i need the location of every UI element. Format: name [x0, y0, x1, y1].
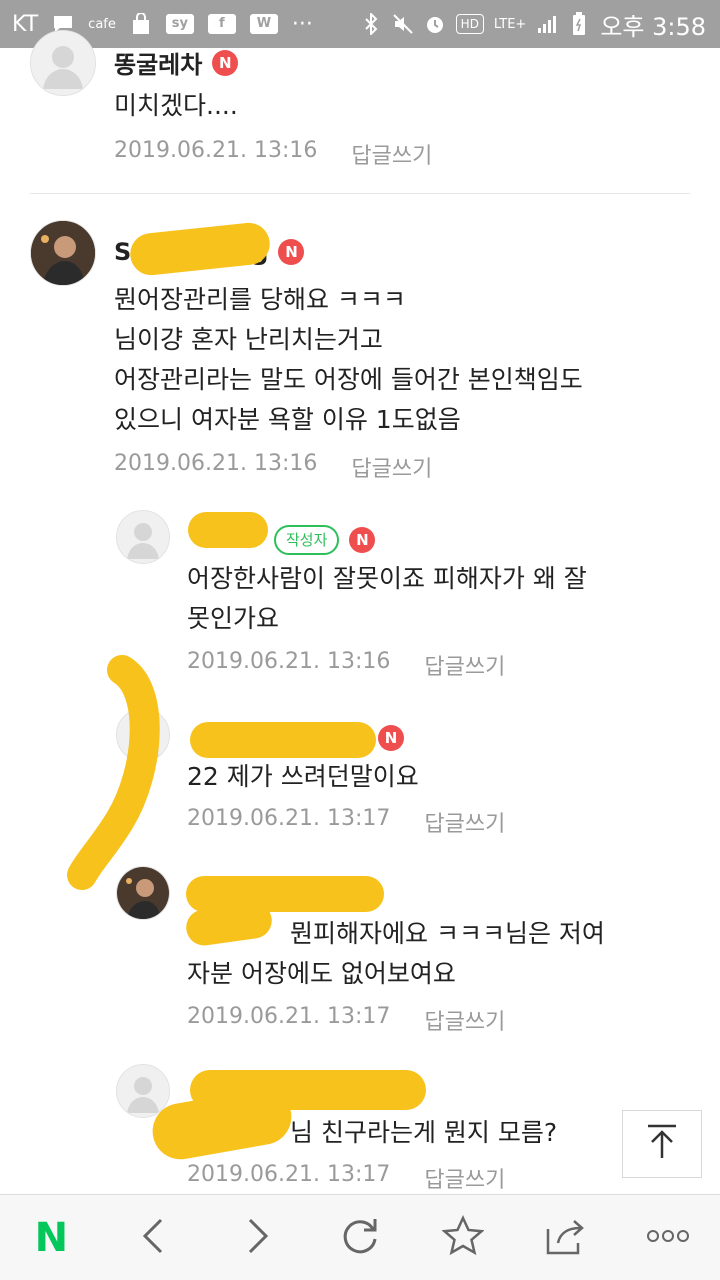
- reply-link[interactable]: 답글쓰기: [424, 649, 505, 681]
- refresh-button[interactable]: [325, 1203, 395, 1273]
- redaction-scribble: [148, 1084, 296, 1164]
- more-button[interactable]: [633, 1203, 703, 1273]
- reply-link[interactable]: 답글쓰기: [351, 451, 432, 483]
- reply-link[interactable]: 답글쓰기: [351, 138, 432, 170]
- mute-icon: [392, 12, 414, 36]
- back-icon: [139, 1216, 169, 1260]
- more-icon: [646, 1228, 690, 1247]
- cafe-icon: cafe: [88, 16, 116, 32]
- sy-app-icon: sy: [165, 14, 194, 34]
- comment-date: 2019.06.21. 13:16: [114, 451, 318, 476]
- forward-icon: [242, 1216, 272, 1260]
- nickname[interactable]: S: [114, 238, 131, 266]
- redaction-scribble: [190, 722, 376, 758]
- avatar[interactable]: [116, 510, 170, 564]
- hd-icon: HD: [455, 14, 484, 34]
- comment-text: 님 친구라는게 뭔지 모름?: [290, 1118, 558, 1147]
- n-badge: N: [378, 725, 404, 751]
- n-badge: N: [212, 49, 239, 76]
- status-bar: KT cafe sy f W ··· HD LTE+ 오후 3:58: [0, 0, 720, 48]
- bluetooth-icon: [360, 12, 382, 36]
- clock: 오후 3:58: [600, 12, 706, 41]
- refresh-icon: [339, 1215, 381, 1261]
- scroll-top-button[interactable]: [622, 1110, 702, 1178]
- battery-icon: [568, 12, 590, 36]
- avatar[interactable]: [30, 30, 96, 96]
- bag-icon: [130, 12, 152, 36]
- redaction-scribble: [188, 512, 268, 548]
- naver-home-button[interactable]: N: [16, 1203, 86, 1273]
- scroll-top-icon: [642, 1122, 682, 1166]
- writer-tag: 작성자: [274, 525, 340, 555]
- comment-text: 뭔어장관리를 당해요 ㅋㅋㅋ 님이걍 혼자 난리치는거고 어장관리라는 말도 어…: [114, 285, 583, 434]
- comment-date: 2019.06.21. 13:17: [187, 806, 391, 831]
- facebook-icon: f: [207, 14, 236, 34]
- redaction-stroke: [67, 655, 160, 890]
- redaction-scribble: [128, 220, 272, 278]
- divider: [30, 193, 690, 194]
- signal-icon: [536, 12, 558, 36]
- comment-date: 2019.06.21. 13:16: [187, 649, 391, 674]
- n-badge: N: [349, 527, 376, 553]
- avatar[interactable]: [30, 220, 96, 286]
- comment-text: 22 제가 쓰려던말이요: [187, 762, 419, 791]
- share-icon: [544, 1215, 588, 1261]
- bookmark-star-icon: [441, 1214, 485, 1261]
- comment-date: 2019.06.21. 13:17: [187, 1004, 391, 1029]
- forward-button[interactable]: [222, 1203, 292, 1273]
- share-button[interactable]: [531, 1203, 601, 1273]
- lte-icon: LTE+: [493, 16, 527, 32]
- alarm-icon: [424, 12, 446, 36]
- n-badge: N: [278, 239, 305, 265]
- bookmark-button[interactable]: [428, 1203, 498, 1273]
- comment-date: 2019.06.21. 13:16: [114, 138, 318, 163]
- nickname[interactable]: 똥굴레차: [114, 45, 202, 80]
- carrier-label: KT: [12, 11, 39, 37]
- reply-link[interactable]: 답글쓰기: [424, 806, 505, 838]
- browser-toolbar: N: [0, 1194, 720, 1280]
- back-button[interactable]: [119, 1203, 189, 1273]
- reply-link[interactable]: 답글쓰기: [424, 1162, 505, 1194]
- comment-text: 미치겠다....: [114, 91, 238, 120]
- more-notifications-icon: ···: [291, 11, 313, 37]
- w-app-icon: W: [249, 14, 278, 34]
- naver-logo-icon: N: [34, 1214, 69, 1261]
- comment-text: 어장한사람이 잘못이죠 피해자가 왜 잘 못인가요: [187, 564, 587, 633]
- comment-date: 2019.06.21. 13:17: [187, 1162, 391, 1187]
- reply-link[interactable]: 답글쓰기: [424, 1004, 505, 1036]
